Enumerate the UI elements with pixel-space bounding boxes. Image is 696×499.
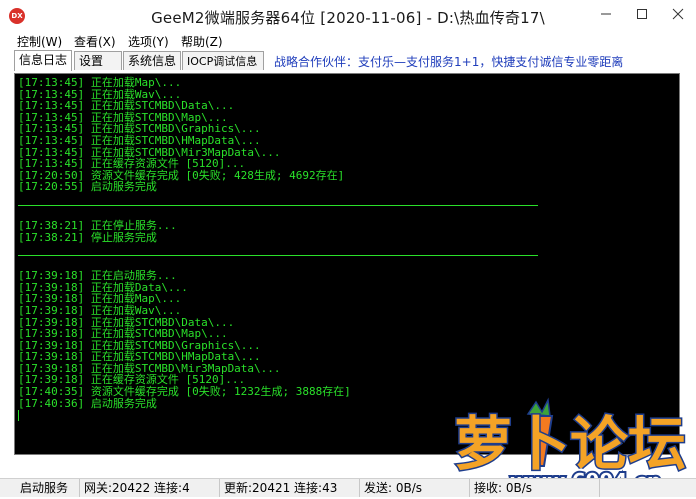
status-state: 启动服务 xyxy=(0,479,80,497)
minimize-button[interactable] xyxy=(589,0,623,30)
tab-info-log[interactable]: 信息日志 xyxy=(14,50,72,71)
menu-bar: 控制(W) 查看(X) 选项(Y) 帮助(Z) xyxy=(0,32,696,50)
partner-link[interactable]: 战略合作伙伴：支付乐—支付服务1+1，快捷支付诚信专业零距离 xyxy=(274,53,623,70)
status-send: 发送: 0B/s xyxy=(360,479,470,497)
close-icon xyxy=(672,8,684,20)
log-line: [17:20:55] 启动服务完成 xyxy=(18,180,157,194)
tab-system-info[interactable]: 系统信息 xyxy=(123,51,181,70)
log-line: [17:39:18] 正在启动服务... xyxy=(18,269,177,283)
close-button[interactable] xyxy=(661,0,695,30)
log-line: [17:13:45] 正在缓存资源文件 [5120]... xyxy=(18,157,246,171)
menu-view[interactable]: 查看(X) xyxy=(74,33,116,50)
watermark-text: 萝卜论坛 xyxy=(454,410,686,478)
tab-settings[interactable]: 设置 xyxy=(74,51,122,70)
log-line: [17:13:45] 正在加载STCMBD\HMapData\... xyxy=(18,133,261,147)
log-line: [17:38:21] 正在停止服务... xyxy=(18,218,177,232)
menu-control[interactable]: 控制(W) xyxy=(17,33,62,50)
log-lines: [17:13:45] 正在加载Map\... [17:13:45] 正在加载Wa… xyxy=(18,77,538,421)
status-recv: 接收: 0B/s xyxy=(470,479,600,497)
tab-strip: 信息日志 设置 系统信息 IOCP调试信息 战略合作伙伴：支付乐—支付服务1+1… xyxy=(0,50,696,71)
log-line: [17:13:45] 正在加载Map\... xyxy=(18,76,182,89)
status-update: 更新:20421 连接:43 xyxy=(220,479,360,497)
tab-iocp-debug[interactable]: IOCP调试信息 xyxy=(182,51,264,70)
log-line: [17:38:21] 停止服务完成 xyxy=(18,230,157,244)
status-bar: 启动服务 网关:20422 连接:4 更新:20421 连接:43 发送: 0B… xyxy=(0,478,696,497)
log-line: [17:39:18] 正在加载STCMBD\Map\... xyxy=(18,327,228,341)
maximize-icon xyxy=(637,9,647,19)
title-bar: DX GeeM2微端服务器64位 [2020-11-06] - D:\热血传奇1… xyxy=(0,0,696,33)
maximize-button[interactable] xyxy=(625,0,659,30)
minimize-icon xyxy=(601,13,611,15)
status-gateway: 网关:20422 连接:4 xyxy=(80,479,220,497)
menu-options[interactable]: 选项(Y) xyxy=(128,33,169,50)
log-line: [17:39:18] 正在加载Wav\... xyxy=(18,303,182,317)
menu-help[interactable]: 帮助(Z) xyxy=(181,33,223,50)
